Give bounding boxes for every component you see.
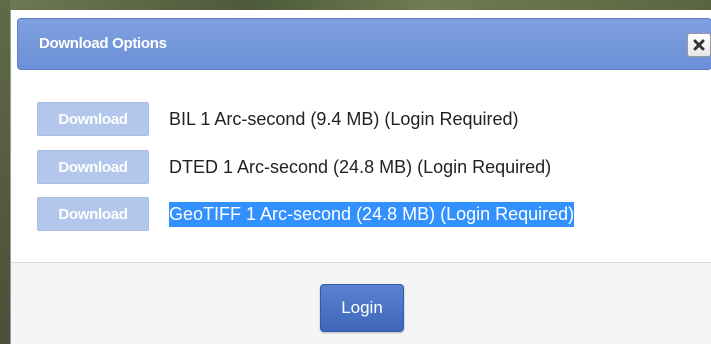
- dialog-footer: Login: [11, 262, 711, 344]
- dialog-body: Download BIL 1 Arc-second (9.4 MB) (Logi…: [11, 70, 711, 262]
- download-row-bil: Download BIL 1 Arc-second (9.4 MB) (Logi…: [37, 102, 519, 136]
- download-row-geotiff: Download GeoTIFF 1 Arc-second (24.8 MB) …: [37, 197, 575, 231]
- background-map-strip: [0, 0, 711, 10]
- download-button-dted[interactable]: Download: [37, 150, 149, 184]
- dialog-titlebar: Download Options: [17, 18, 711, 70]
- download-label-geotiff: GeoTIFF 1 Arc-second (24.8 MB) (Login Re…: [169, 201, 575, 227]
- download-label-bil: BIL 1 Arc-second (9.4 MB) (Login Require…: [169, 108, 519, 129]
- download-button-geotiff[interactable]: Download: [37, 197, 149, 231]
- dialog-title: Download Options: [39, 35, 167, 52]
- download-label-dted: DTED 1 Arc-second (24.8 MB) (Login Requi…: [169, 156, 552, 177]
- background-map-edge: [0, 0, 10, 344]
- login-button[interactable]: Login: [320, 284, 404, 332]
- close-button[interactable]: [687, 33, 711, 57]
- download-options-dialog: Download Options Download BIL 1 Arc-seco…: [10, 10, 711, 344]
- download-button-bil[interactable]: Download: [37, 102, 149, 136]
- close-icon: [693, 39, 705, 51]
- download-row-dted: Download DTED 1 Arc-second (24.8 MB) (Lo…: [37, 150, 551, 184]
